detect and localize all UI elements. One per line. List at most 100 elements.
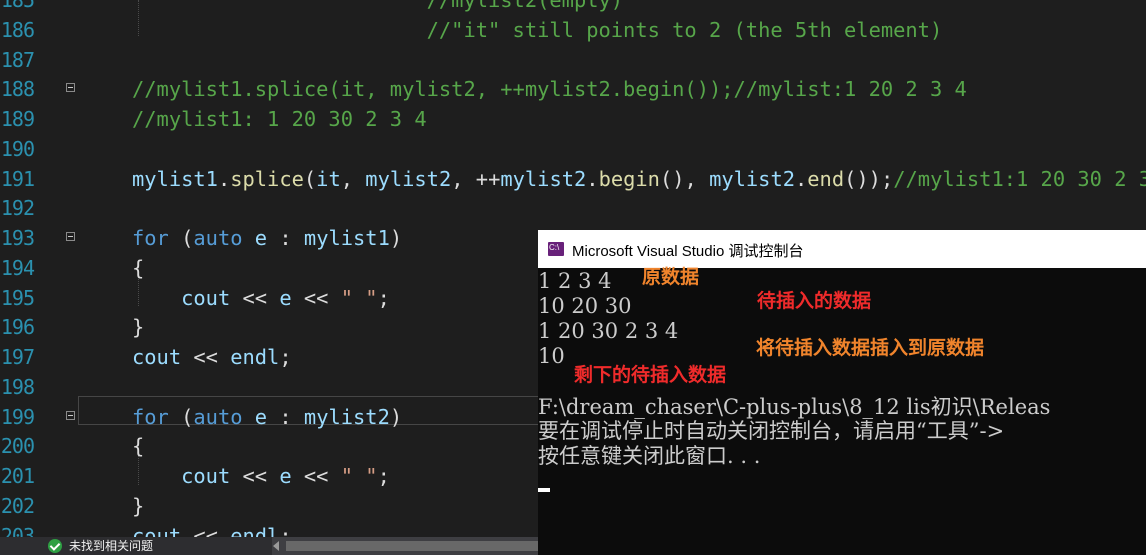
code-text: cout << endl; xyxy=(132,342,292,372)
code-text: { xyxy=(132,431,144,461)
code-token: } xyxy=(132,315,145,340)
line-number: 201 xyxy=(0,464,35,488)
code-token: //mylist2(empty) xyxy=(132,0,624,12)
code-token: it xyxy=(316,166,341,191)
code-token: endl xyxy=(230,523,280,538)
console-title: Microsoft Visual Studio 调试控制台 xyxy=(572,243,804,260)
code-token: cout xyxy=(181,285,231,310)
code-token: mylist1 xyxy=(303,226,390,250)
code-text: cout << e << " "; xyxy=(132,283,390,313)
code-text: //mylist1.splice(it, mylist2, ++mylist2.… xyxy=(132,74,967,104)
code-token: cout xyxy=(132,345,182,369)
code-token: ()); xyxy=(844,166,894,191)
code-line[interactable]: 189 //mylist1: 1 20 30 2 3 4 xyxy=(0,104,1146,134)
code-token: . xyxy=(795,166,808,191)
code-token: << xyxy=(230,285,280,310)
code-token: mylist2 xyxy=(709,166,795,191)
debug-console-window[interactable]: Microsoft Visual Studio 调试控制台 1 2 3 4 10… xyxy=(538,230,1146,555)
code-token: } xyxy=(132,493,145,518)
line-number: 196 xyxy=(0,315,35,340)
collapse-toggle-icon[interactable] xyxy=(66,83,75,93)
line-number: 195 xyxy=(0,285,35,310)
line-number: 194 xyxy=(0,255,35,280)
code-token: splice xyxy=(230,166,304,191)
code-text: for (auto e : mylist1) xyxy=(132,223,402,253)
code-token: mylist2 xyxy=(365,166,452,191)
code-token: , xyxy=(340,166,366,191)
code-token: //"it" still points to 2 (the 5th elemen… xyxy=(132,17,943,42)
code-token: << xyxy=(230,464,280,488)
code-token: e xyxy=(254,404,268,429)
code-token: mylist2 xyxy=(303,404,390,429)
scroll-left-arrow-icon[interactable] xyxy=(273,541,279,551)
annotation-insert-into-original: 将待插入数据插入到原数据 xyxy=(756,337,985,359)
code-line[interactable]: 186 //"it" still points to 2 (the 5th el… xyxy=(0,15,1146,45)
scrollbar-thumb[interactable] xyxy=(286,541,538,551)
code-line[interactable]: 187 xyxy=(0,45,1146,75)
annotation-data-to-insert: 待插入的数据 xyxy=(757,290,872,312)
code-token: . xyxy=(217,166,231,191)
annotation-original-data: 原数据 xyxy=(642,266,700,288)
collapse-toggle-icon[interactable] xyxy=(66,410,75,420)
code-text: for (auto e : mylist2) xyxy=(132,402,402,432)
code-token: ) xyxy=(389,404,403,429)
status-bar: 未找到相关问题 xyxy=(0,537,538,555)
code-text: cout << e << " "; xyxy=(132,461,390,491)
code-line[interactable]: 185 //mylist2(empty) xyxy=(0,0,1146,15)
code-token: begin xyxy=(598,166,660,191)
code-token: //mylist1: 1 20 30 2 3 4 xyxy=(132,107,427,131)
code-text: } xyxy=(132,491,144,521)
code-token: " " xyxy=(340,464,378,488)
code-line[interactable]: 192 xyxy=(0,193,1146,223)
code-token: ; xyxy=(279,523,292,538)
code-text: //"it" still points to 2 (the 5th elemen… xyxy=(132,15,943,45)
code-token: << xyxy=(291,464,341,488)
annotation-remaining-data: 剩下的待插入数据 xyxy=(574,364,727,386)
collapse-toggle-icon[interactable] xyxy=(66,232,75,241)
code-token: : xyxy=(267,404,304,429)
console-cursor xyxy=(538,488,550,492)
line-number: 191 xyxy=(0,166,35,191)
line-number: 190 xyxy=(0,136,35,161)
check-circle-icon xyxy=(48,539,62,553)
code-text: { xyxy=(132,253,144,283)
code-token: auto xyxy=(193,404,243,429)
console-output-line: 1 2 3 4 xyxy=(538,269,612,293)
code-token: ( xyxy=(168,404,194,429)
code-token: e xyxy=(279,464,292,488)
code-token: ) xyxy=(389,226,403,250)
console-titlebar[interactable]: Microsoft Visual Studio 调试控制台 xyxy=(538,230,1146,268)
line-number: 185 xyxy=(0,0,35,12)
code-token: { xyxy=(132,255,145,280)
code-text: } xyxy=(132,312,144,342)
issues-status-text[interactable]: 未找到相关问题 xyxy=(69,538,153,554)
code-token: e xyxy=(279,285,292,310)
code-token: ( xyxy=(168,226,194,250)
line-number: 197 xyxy=(0,345,35,369)
code-line[interactable]: 188 //mylist1.splice(it, mylist2, ++mylis… xyxy=(0,74,1146,104)
code-token: for xyxy=(132,226,169,250)
code-token: ( xyxy=(303,166,317,191)
code-token: auto xyxy=(193,226,243,250)
code-line[interactable]: 190 xyxy=(0,134,1146,164)
line-number: 203 xyxy=(0,523,35,538)
code-token: cout xyxy=(132,523,182,538)
code-token: ; xyxy=(279,345,292,369)
code-line[interactable]: 191 mylist1.splice(it, mylist2, ++mylist2… xyxy=(0,164,1146,194)
code-text: cout << endl; xyxy=(132,521,292,538)
code-token: : xyxy=(267,226,304,250)
code-token: mylist2 xyxy=(500,166,587,191)
console-output-line: 10 20 30 xyxy=(538,294,632,318)
code-token: << xyxy=(291,285,341,310)
code-token: << xyxy=(181,523,231,538)
console-output-line: 10 xyxy=(538,344,565,368)
code-text: //mylist2(empty) xyxy=(132,0,623,15)
console-output-line: F:\dream_chaser\C-plus-plus\8_12 lis初识\R… xyxy=(538,395,1051,419)
code-token: //mylist1.splice(it, mylist2, ++mylist2.… xyxy=(132,77,967,102)
line-number: 192 xyxy=(0,196,35,221)
line-number: 193 xyxy=(0,226,35,250)
